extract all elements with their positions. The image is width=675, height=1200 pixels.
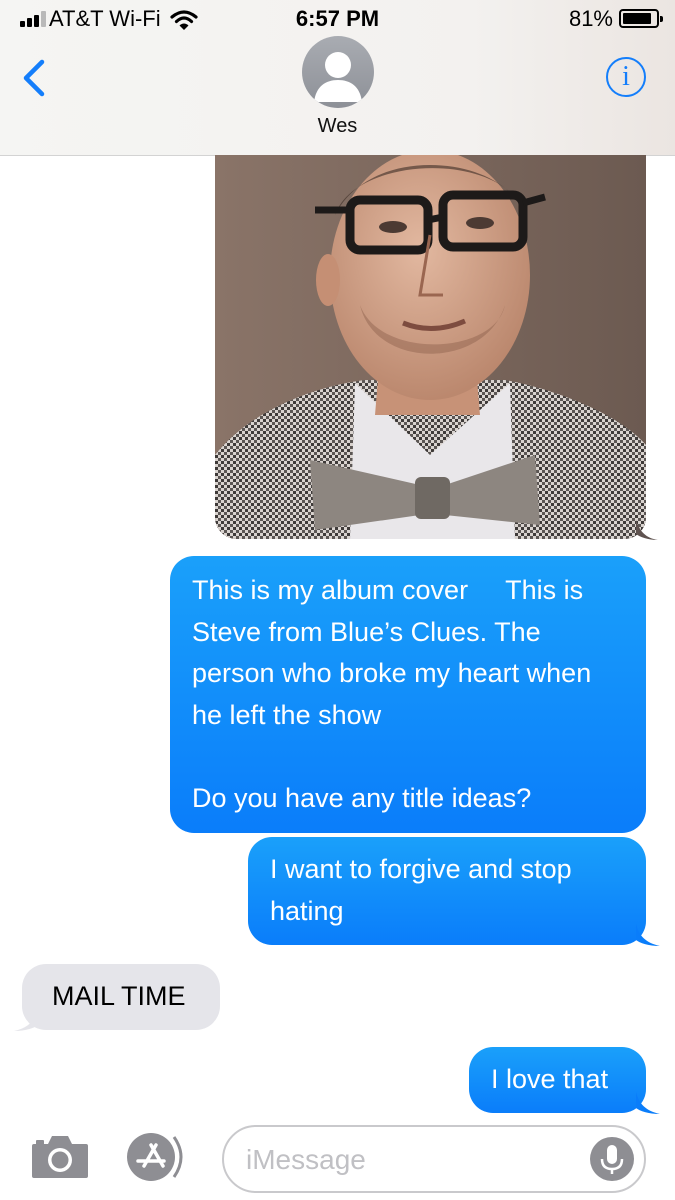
sent-message-bubble[interactable]: I want to forgive and stop hating: [248, 837, 646, 945]
bubble-tail: [636, 520, 658, 540]
person-silhouette-icon: [314, 52, 362, 102]
message-text: MAIL TIME: [52, 981, 186, 1011]
avatar[interactable]: [302, 36, 374, 108]
bubble-tail: [636, 924, 660, 946]
bubble-tail: [636, 1092, 660, 1114]
portrait-image: [215, 155, 646, 539]
chevron-left-icon[interactable]: [18, 58, 52, 98]
status-bar: AT&T Wi-Fi 6:57 PM 81%: [0, 0, 675, 40]
photo-attachment[interactable]: [215, 155, 646, 539]
sent-message-bubble[interactable]: I love that: [469, 1047, 646, 1113]
battery-percentage: 81%: [568, 6, 613, 31]
message-text: I love that: [491, 1064, 609, 1094]
sent-message-bubble[interactable]: This is my album cover This is Steve fro…: [170, 556, 646, 833]
camera-icon[interactable]: [30, 1132, 90, 1180]
message-text: This is my album cover This is Steve fro…: [192, 575, 592, 813]
microphone-icon[interactable]: [590, 1137, 634, 1181]
imessage-input-field[interactable]: [222, 1125, 646, 1193]
message-input[interactable]: [246, 1141, 576, 1179]
battery-icon: [619, 9, 663, 28]
contact-name[interactable]: Wes: [0, 115, 675, 138]
message-text: I want to forgive and stop hating: [270, 854, 580, 926]
info-icon[interactable]: i: [606, 57, 646, 97]
received-message-bubble[interactable]: MAIL TIME: [22, 964, 220, 1030]
app-store-icon[interactable]: [124, 1133, 190, 1181]
bubble-tail: [14, 1009, 38, 1031]
